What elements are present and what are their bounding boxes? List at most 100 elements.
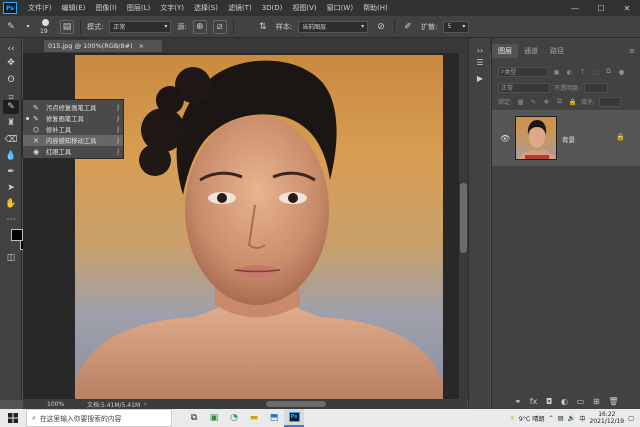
layer-row-background[interactable]: 👁 背景 🔒 (492, 110, 640, 166)
lock-paint-icon[interactable]: ✎ (529, 97, 538, 106)
smart-object-filter-icon[interactable]: ⧉ (604, 67, 613, 76)
windows-start-button[interactable] (0, 409, 26, 427)
menu-select[interactable]: 选择(S) (189, 3, 223, 13)
layer-name[interactable]: 背景 (562, 134, 575, 144)
group-folder-icon[interactable]: ▭ (577, 397, 585, 406)
close-tab-icon[interactable]: × (139, 42, 144, 50)
type-filter-icon[interactable]: T (578, 67, 587, 76)
lock-position-icon[interactable]: ✥ (542, 97, 551, 106)
panel-menu-icon[interactable]: ≡ (623, 44, 640, 58)
link-layers-icon[interactable]: ⚭ (514, 397, 521, 406)
layer-style-icon[interactable]: fx (530, 397, 538, 406)
flyout-item-spot-healing[interactable]: ✎ 污点修复画笔工具 J (23, 102, 123, 113)
pattern-source-icon[interactable]: ⧄ (212, 19, 227, 34)
spread-select[interactable]: 5 ▾ (443, 20, 470, 33)
blur-tool-icon[interactable]: 💧 (3, 149, 19, 163)
chevron-up-icon[interactable]: ⌃ (549, 415, 554, 422)
menu-window[interactable]: 窗口(W) (322, 3, 358, 13)
portrait-photo[interactable] (75, 55, 443, 399)
menu-3d[interactable]: 3D(D) (257, 4, 288, 12)
menu-layer[interactable]: 图层(L) (122, 3, 155, 13)
brush-preset-picker[interactable]: 19 (38, 18, 54, 36)
hand-tool-icon[interactable]: ✋ (3, 197, 19, 211)
chevron-down-icon[interactable]: ▾ (24, 20, 32, 34)
adjustment-filter-icon[interactable]: ◐ (565, 67, 574, 76)
diffusion-icon[interactable]: ✐ (401, 20, 415, 34)
menu-image[interactable]: 图像(I) (90, 3, 122, 13)
menu-view[interactable]: 视图(V) (287, 3, 321, 13)
collapse-arrows-icon[interactable]: ›› (474, 44, 486, 56)
layer-filter-select[interactable]: ⌕ 类型 (498, 66, 548, 77)
menu-type[interactable]: 文字(Y) (155, 3, 189, 13)
path-selection-tool-icon[interactable]: ➤ (3, 181, 19, 195)
vertical-scrollbar-thumb[interactable] (460, 183, 467, 253)
aligned-icon[interactable]: ⇅ (256, 20, 270, 34)
layer-mask-icon[interactable]: ◘ (546, 397, 552, 406)
file-explorer-icon[interactable]: ▬ (244, 409, 264, 427)
mode-select[interactable]: 正常 ▾ (109, 20, 172, 33)
foreground-color-swatch[interactable] (11, 229, 23, 241)
flyout-item-red-eye[interactable]: ◉ 红眼工具 J (23, 146, 123, 157)
more-tools-icon[interactable]: ⋯ (3, 213, 19, 227)
tab-paths[interactable]: 路径 (544, 44, 570, 58)
clock[interactable]: 16:22 2021/12/19 (590, 411, 625, 425)
quick-mask-icon[interactable]: ◫ (3, 251, 19, 265)
minimize-button[interactable]: — (562, 0, 588, 16)
tab-channels[interactable]: 通道 (518, 44, 544, 58)
history-icon[interactable]: ☰ (474, 56, 486, 68)
collapse-arrows-icon[interactable]: ‹‹ (3, 42, 19, 56)
lasso-tool-icon[interactable]: ʘ (3, 73, 19, 87)
blend-mode-select[interactable]: 正常 (498, 82, 550, 93)
horizontal-scrollbar-thumb[interactable] (266, 401, 326, 407)
lock-pixels-icon[interactable]: ▦ (516, 97, 525, 106)
lock-icon[interactable]: 🔒 (616, 133, 625, 141)
menu-file[interactable]: 文件(F) (23, 3, 57, 13)
document-tab[interactable]: 015.jpg @ 100%(RGB/8#) × (44, 40, 162, 52)
eye-icon[interactable]: 👁 (500, 134, 510, 143)
flyout-item-patch[interactable]: ⌬ 修补工具 J (23, 124, 123, 135)
zoom-level[interactable]: 100% (23, 401, 64, 408)
opacity-field[interactable] (584, 82, 609, 93)
tab-layers[interactable]: 图层 (492, 44, 518, 58)
shape-filter-icon[interactable]: ⬚ (591, 67, 600, 76)
sampled-source-icon[interactable]: ⊕ (192, 19, 207, 34)
brush-settings-icon[interactable]: ▤ (60, 19, 74, 34)
eraser-tool-icon[interactable]: ⌫ (3, 133, 19, 147)
lock-artboard-icon[interactable]: ⧉ (555, 97, 564, 106)
task-view-icon[interactable]: ⧉ (184, 409, 204, 427)
healing-brush-tool-icon[interactable]: ✎ (3, 100, 19, 114)
fill-field[interactable] (599, 96, 622, 107)
move-tool-icon[interactable]: ✥ (3, 56, 19, 70)
weather-text[interactable]: 9°C 晴朗 (519, 414, 545, 423)
new-layer-icon[interactable]: ⊞ (593, 397, 600, 406)
sample-select[interactable]: 当前图层 ▾ (298, 20, 369, 33)
menu-filter[interactable]: 滤镜(T) (223, 3, 257, 13)
pixel-filter-icon[interactable]: ▣ (552, 67, 561, 76)
notification-icon[interactable]: ▢ (628, 415, 634, 422)
edge-browser-icon[interactable]: ◔ (224, 409, 244, 427)
clone-stamp-tool-icon[interactable]: ♜ (3, 116, 19, 130)
filter-toggle-icon[interactable]: ● (617, 67, 626, 76)
trash-icon[interactable]: 🗑 (608, 397, 618, 406)
maximize-button[interactable]: ☐ (588, 0, 614, 16)
volume-icon[interactable]: 🔊 (568, 414, 576, 422)
flyout-item-content-aware-move[interactable]: ✕ 内容感知移动工具 J (23, 135, 123, 146)
lock-all-icon[interactable]: 🔒 (568, 97, 577, 106)
pen-tool-icon[interactable]: ✒ (3, 165, 19, 179)
vertical-scrollbar[interactable] (459, 53, 468, 399)
close-button[interactable]: ✕ (614, 0, 640, 16)
flyout-item-healing-brush[interactable]: ✎ 修复画笔工具 J (23, 113, 123, 124)
store-icon[interactable]: ⬒ (264, 409, 284, 427)
menu-help[interactable]: 帮助(H) (358, 3, 393, 13)
healing-brush-icon[interactable]: ✎ (4, 20, 18, 34)
taskbar-search-input[interactable]: ⌕ 在这里输入你要搜索的内容 (26, 409, 172, 427)
play-action-icon[interactable]: ▶ (474, 72, 486, 84)
app-icon-1[interactable]: ▣ (204, 409, 224, 427)
ime-indicator[interactable]: 中 (579, 414, 585, 423)
status-arrow-icon[interactable]: › (144, 401, 146, 408)
network-icon[interactable]: ▤ (558, 415, 564, 422)
photoshop-taskbar-icon[interactable]: Ps (284, 409, 304, 427)
menu-edit[interactable]: 编辑(E) (57, 3, 91, 13)
adjustment-layer-icon[interactable]: ◐ (561, 397, 568, 406)
ignore-adjustment-layers-icon[interactable]: ⊘ (374, 20, 388, 34)
